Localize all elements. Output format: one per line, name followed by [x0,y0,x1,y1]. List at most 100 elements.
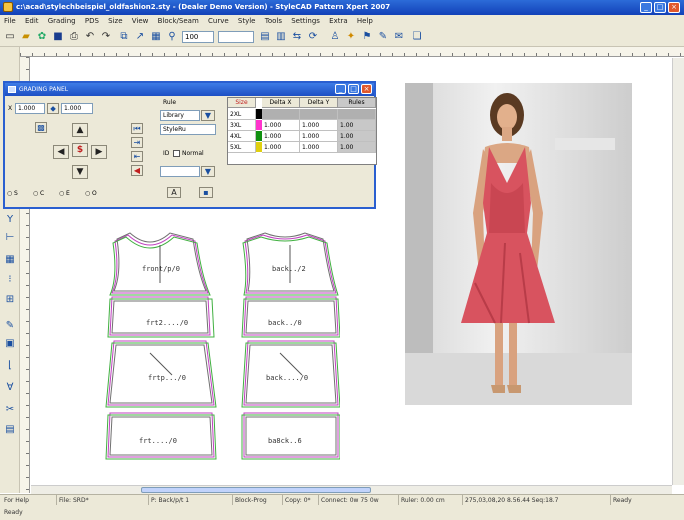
minimize-button[interactable]: _ [640,2,652,13]
front-hem-piece[interactable] [105,412,217,460]
arrow-up-button[interactable]: ▲ [72,123,88,137]
grid-header-dx[interactable]: Delta X [262,98,300,108]
model-icon[interactable]: ✦ [344,30,358,44]
text-tool-icon[interactable]: Y [3,213,17,227]
rotate-icon[interactable]: ⟳ [306,30,320,44]
grid-header-size[interactable]: Size [228,98,256,108]
next-size-icon[interactable]: ⇤ [131,151,143,162]
help-icon[interactable]: ❏ [410,30,424,44]
horizontal-scroll-thumb[interactable] [141,487,371,493]
grid-dx-cell[interactable]: 1.000 [262,131,300,142]
print-icon[interactable]: ⎙ [67,30,81,44]
last-size-icon[interactable]: ◀ [131,165,143,176]
back-waist-piece[interactable] [241,296,340,338]
prev-size-icon[interactable]: ⇥ [131,137,143,148]
radio-o[interactable]: ○ [85,190,90,197]
grid-rule-cell[interactable]: 1.00 [338,142,376,153]
arrow-left-button[interactable]: ◀ [53,145,69,159]
grid-dy-cell[interactable]: 1.000 [300,131,338,142]
style-icon[interactable]: ✿ [35,30,49,44]
back-hem-piece[interactable] [241,412,340,460]
rule-type-select[interactable]: Library [160,110,200,121]
front-waist-piece[interactable] [107,296,215,338]
pen-tool-icon[interactable]: ✎ [3,319,17,333]
grid-header-rules[interactable]: Rules [338,98,376,108]
menu-curve[interactable]: Curve [208,17,229,25]
size-select[interactable] [218,31,254,43]
menu-file[interactable]: File [4,17,16,25]
undo-icon[interactable]: ↶ [83,30,97,44]
radio-s[interactable]: ○ [7,190,12,197]
horizontal-scrollbar[interactable] [31,485,672,494]
close-button[interactable]: × [668,2,680,13]
grid-size-cell[interactable]: 3XL [228,120,256,131]
marker-icon[interactable]: ⚑ [360,30,374,44]
point-tool-icon[interactable]: ⁝ [3,273,17,287]
arrow-right-button[interactable]: ▶ [91,145,107,159]
id-dropdown-icon[interactable]: ▼ [201,166,215,177]
link-xy-icon[interactable]: ⬥ [47,103,59,114]
piece-icon[interactable]: ▥ [274,30,288,44]
grid-rule-cell[interactable] [338,109,376,120]
menu-edit[interactable]: Edit [25,17,39,25]
mirror-icon[interactable]: ⇆ [290,30,304,44]
grid-dx-cell[interactable]: 1.000 [262,120,300,131]
panel-save-icon[interactable]: ▪ [199,187,213,198]
zoom-icon[interactable]: ⚲ [165,30,179,44]
rule-type-dropdown-icon[interactable]: ▼ [201,110,215,121]
id-select[interactable] [160,166,200,177]
redo-icon[interactable]: ↷ [99,30,113,44]
maximize-button[interactable]: □ [654,2,666,13]
zoom-select[interactable]: 100 [182,31,214,43]
grid-tool-icon[interactable]: ▦ [3,253,17,267]
x-input[interactable]: 1.000 [15,103,45,114]
first-size-icon[interactable]: ⏮ [131,123,143,134]
vertical-scrollbar[interactable] [672,58,684,485]
mail-icon[interactable]: ✉ [392,30,406,44]
dart-tool-icon[interactable]: ∀ [3,381,17,395]
y-input[interactable]: 1.000 [61,103,93,114]
grid-rule-cell[interactable]: 1.00 [338,120,376,131]
piece-tool-icon[interactable]: ▣ [3,337,17,351]
grid-dx-cell[interactable]: 1.000 [262,142,300,153]
menu-style[interactable]: Style [238,17,256,25]
menu-view[interactable]: View [132,17,149,25]
notch-tool-icon[interactable]: ⊞ [3,293,17,307]
cut-tool-icon[interactable]: ✂ [3,403,17,417]
table-tool-icon[interactable]: ▤ [3,423,17,437]
scale-button[interactable]: $ [72,143,88,157]
menu-settings[interactable]: Settings [291,17,320,25]
grid-dx-cell[interactable] [262,109,300,120]
grid-icon[interactable]: ▦ [149,30,163,44]
grid-header-dy[interactable]: Delta Y [300,98,338,108]
ruler-tool-icon[interactable]: ⊢ [3,231,17,245]
normal-checkbox[interactable] [173,150,180,157]
menu-block-seam[interactable]: Block/Seam [158,17,199,25]
grid-dy-cell[interactable] [300,109,338,120]
copy-icon[interactable]: ⧉ [117,30,131,44]
grading-panel-title-bar[interactable]: GRADING PANEL [5,83,374,96]
menu-grading[interactable]: Grading [48,17,76,25]
grid-size-cell[interactable]: 5XL [228,142,256,153]
menu-size[interactable]: Size [108,17,122,25]
panel-maximize-button[interactable]: □ [348,84,359,94]
panel-minimize-button[interactable]: _ [335,84,346,94]
open-icon[interactable]: ▰ [19,30,33,44]
garment-icon[interactable]: ♙ [328,30,342,44]
seam-tool-icon[interactable]: ⌊ [3,359,17,373]
grid-rule-cell[interactable]: 1.00 [338,131,376,142]
panel-close-button[interactable]: × [361,84,372,94]
grid-size-cell[interactable]: 2XL [228,109,256,120]
measure-icon[interactable]: ✎ [376,30,390,44]
new-icon[interactable]: ▭ [3,30,17,44]
grid-dy-cell[interactable]: 1.000 [300,120,338,131]
radio-e[interactable]: ○ [59,190,64,197]
menu-pds[interactable]: PDS [85,17,99,25]
apply-button[interactable]: A [167,187,181,198]
radio-c[interactable]: ○ [33,190,38,197]
menu-extra[interactable]: Extra [329,17,347,25]
layer-icon[interactable]: ▤ [258,30,272,44]
menu-help[interactable]: Help [357,17,373,25]
grid-size-cell[interactable]: 4XL [228,131,256,142]
save-icon[interactable]: ■ [51,30,65,44]
